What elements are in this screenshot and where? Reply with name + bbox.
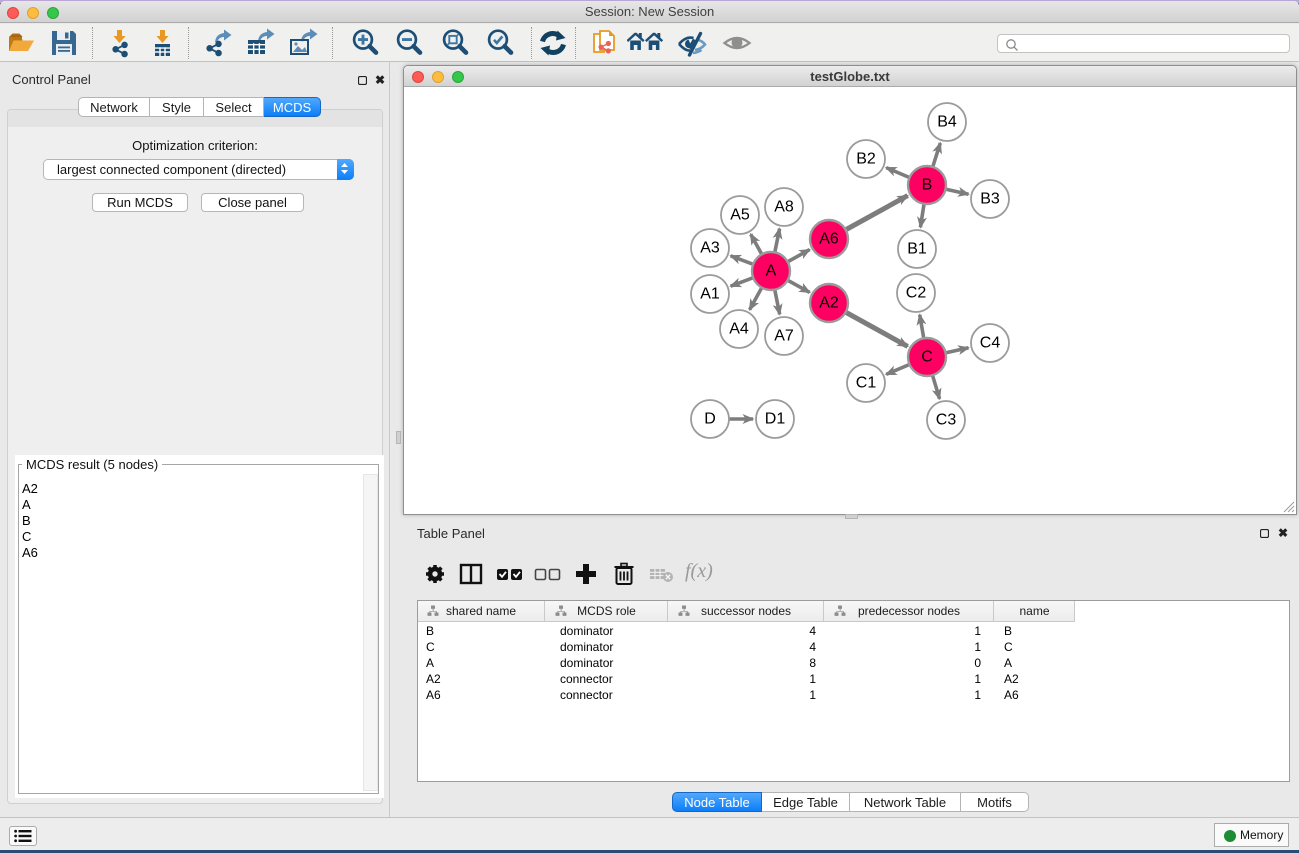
svg-text:B1: B1 bbox=[907, 241, 927, 258]
svg-text:A4: A4 bbox=[729, 321, 749, 338]
svg-text:C: C bbox=[921, 349, 933, 366]
svg-text:A6: A6 bbox=[819, 231, 839, 248]
svg-text:C1: C1 bbox=[856, 375, 877, 392]
svg-text:C4: C4 bbox=[980, 335, 1001, 352]
svg-text:A8: A8 bbox=[774, 199, 794, 216]
svg-text:A5: A5 bbox=[730, 207, 750, 224]
svg-text:B4: B4 bbox=[937, 114, 957, 131]
svg-text:A7: A7 bbox=[774, 328, 794, 345]
svg-text:C2: C2 bbox=[906, 285, 927, 302]
svg-text:A: A bbox=[766, 263, 777, 280]
svg-text:C3: C3 bbox=[936, 412, 957, 429]
svg-text:B2: B2 bbox=[856, 151, 876, 168]
svg-text:D1: D1 bbox=[765, 411, 786, 428]
svg-text:D: D bbox=[704, 411, 716, 428]
svg-text:B: B bbox=[922, 177, 933, 194]
svg-text:B3: B3 bbox=[980, 191, 1000, 208]
svg-text:A2: A2 bbox=[819, 295, 839, 312]
svg-text:A3: A3 bbox=[700, 240, 720, 257]
svg-text:A1: A1 bbox=[700, 286, 720, 303]
